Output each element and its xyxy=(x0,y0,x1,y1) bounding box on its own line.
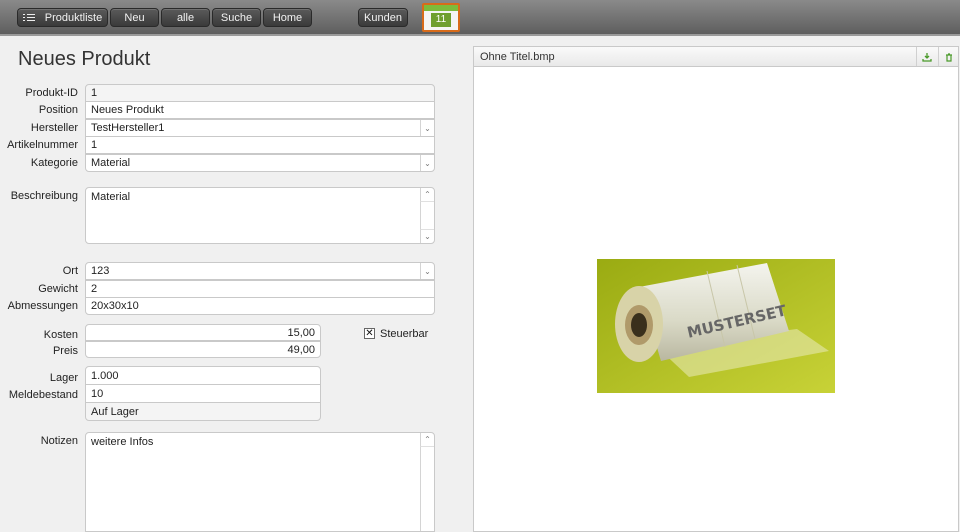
gewicht-input[interactable]: 2 xyxy=(85,280,435,298)
produkt-id-field: 1 xyxy=(85,84,435,102)
hersteller-value: TestHersteller1 xyxy=(91,122,165,134)
home-button[interactable]: Home xyxy=(263,8,312,27)
preis-value: 49,00 xyxy=(287,343,315,356)
suche-label: Suche xyxy=(220,11,253,24)
meldebestand-input[interactable]: 10 xyxy=(85,384,321,403)
meldebestand-value: 10 xyxy=(91,387,104,400)
hersteller-label: Hersteller xyxy=(30,122,78,134)
calendar-day: 11 xyxy=(431,13,451,27)
kosten-value: 15,00 xyxy=(287,326,315,339)
position-input[interactable]: Neues Produkt xyxy=(85,101,435,119)
toolbar: Produktliste Neu alle Suche Home Kunden … xyxy=(0,0,960,36)
chevron-down-icon[interactable]: ⌄ xyxy=(420,263,434,279)
abmessungen-value: 20x30x10 xyxy=(91,300,139,312)
beschreibung-value: Material xyxy=(91,191,131,203)
beschreibung-label: Beschreibung xyxy=(10,190,78,202)
kunden-button[interactable]: Kunden xyxy=(358,8,408,27)
scroll-up-icon[interactable]: ⌃ xyxy=(420,433,434,447)
neu-button[interactable]: Neu xyxy=(110,8,159,27)
produktliste-button[interactable]: Produktliste xyxy=(17,8,108,27)
produkt-id-value: 1 xyxy=(91,87,98,99)
lager-input[interactable]: 1.000 xyxy=(85,366,321,385)
neu-label: Neu xyxy=(124,11,145,24)
lager-label: Lager xyxy=(49,372,78,384)
preis-input[interactable]: 49,00 xyxy=(85,341,321,358)
ort-value: 123 xyxy=(91,265,110,277)
image-panel-header: Ohne Titel.bmp xyxy=(474,47,958,67)
scroll-up-icon[interactable]: ⌃ xyxy=(420,188,434,202)
scrollbar-track[interactable] xyxy=(420,447,434,531)
gewicht-value: 2 xyxy=(91,283,98,295)
abmessungen-input[interactable]: 20x30x10 xyxy=(85,297,435,315)
trash-icon[interactable] xyxy=(938,47,958,66)
home-label: Home xyxy=(272,11,303,24)
kosten-label: Kosten xyxy=(43,329,78,341)
kosten-input[interactable]: 15,00 xyxy=(85,324,321,341)
scrollbar-track[interactable] xyxy=(420,202,434,229)
lager-status: Auf Lager xyxy=(85,402,321,421)
list-icon xyxy=(22,12,35,23)
download-icon[interactable] xyxy=(916,47,936,66)
product-photo: MUSTERSET xyxy=(597,259,835,393)
image-panel: Ohne Titel.bmp MUSTERSET xyxy=(473,46,959,532)
preis-label: Preis xyxy=(52,345,78,357)
abmessungen-label: Abmessungen xyxy=(7,300,78,312)
beschreibung-textarea[interactable]: Material ⌃ ⌄ xyxy=(85,187,435,244)
steuerbar-label: Steuerbar xyxy=(380,328,429,340)
artikelnummer-input[interactable]: 1 xyxy=(85,136,435,154)
meldebestand-label: Meldebestand xyxy=(8,389,78,401)
kategorie-value: Material xyxy=(91,157,131,169)
ort-label: Ort xyxy=(62,265,78,277)
kunden-label: Kunden xyxy=(364,11,402,24)
lager-value: 1.000 xyxy=(91,369,119,382)
image-filename: Ohne Titel.bmp xyxy=(480,50,555,63)
artikelnummer-value: 1 xyxy=(91,139,98,151)
hersteller-select[interactable]: TestHersteller1 ⌄ xyxy=(85,119,435,137)
notizen-label: Notizen xyxy=(40,435,78,447)
produktliste-label: Produktliste xyxy=(44,11,103,24)
gewicht-label: Gewicht xyxy=(38,283,78,295)
calendar-top xyxy=(424,5,458,11)
steuerbar-checkbox[interactable]: ✕ xyxy=(364,328,375,339)
notizen-value: weitere Infos xyxy=(91,436,154,448)
produkt-id-label: Produkt-ID xyxy=(25,87,78,99)
kategorie-select[interactable]: Material ⌄ xyxy=(85,154,435,172)
position-value: Neues Produkt xyxy=(91,104,164,116)
alle-button[interactable]: alle xyxy=(161,8,210,27)
kategorie-label: Kategorie xyxy=(30,157,78,169)
notizen-textarea[interactable]: weitere Infos ⌃ xyxy=(85,432,435,532)
calendar-icon[interactable]: 11 xyxy=(422,3,460,32)
chevron-down-icon[interactable]: ⌄ xyxy=(420,120,434,136)
ort-select[interactable]: 123 ⌄ xyxy=(85,262,435,280)
page-title: Neues Produkt xyxy=(18,48,151,70)
artikelnummer-label: Artikelnummer xyxy=(7,139,78,151)
suche-button[interactable]: Suche xyxy=(212,8,261,27)
alle-label: alle xyxy=(176,11,195,24)
position-label: Position xyxy=(38,104,78,116)
scroll-down-icon[interactable]: ⌄ xyxy=(420,229,434,243)
chevron-down-icon[interactable]: ⌄ xyxy=(420,155,434,171)
lager-status-value: Auf Lager xyxy=(91,405,139,418)
